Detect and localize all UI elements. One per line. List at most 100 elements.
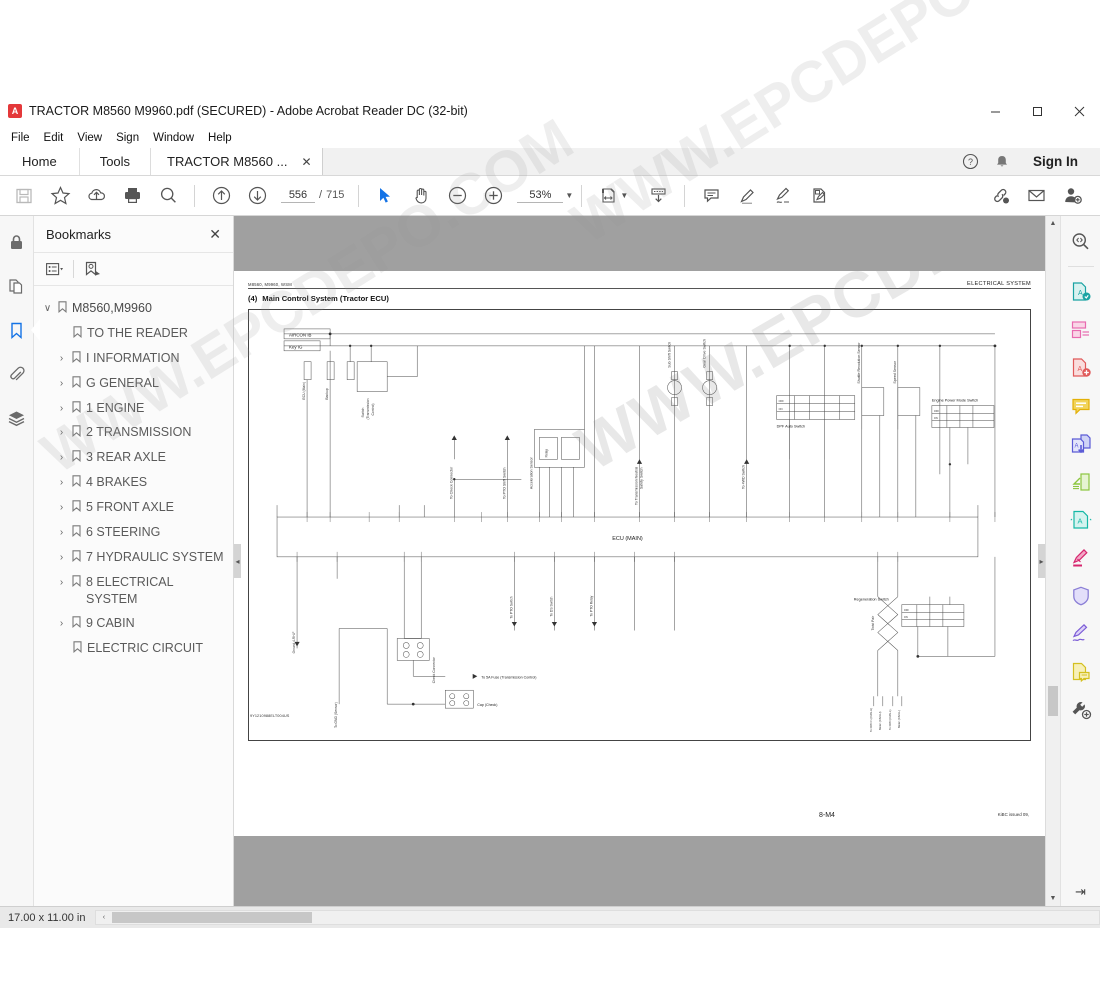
fill-sign-icon[interactable] <box>1068 621 1094 647</box>
collapse-tools-pane-button[interactable]: ⇥ <box>1075 884 1086 900</box>
bookmark-item-to-the-reader[interactable]: TO THE READER <box>34 321 233 346</box>
scroll-down-arrow[interactable]: ▼ <box>1046 891 1060 906</box>
tab-tools[interactable]: Tools <box>79 148 152 175</box>
new-bookmark-icon[interactable] <box>84 261 101 277</box>
bookmark-item-engine[interactable]: › 1 ENGINE <box>34 396 233 421</box>
bookmark-item-rear-axle[interactable]: › 3 REAR AXLE <box>34 445 233 470</box>
bookmarks-icon[interactable] <box>5 318 40 342</box>
drawing-number: 9Y1210988ELT004US <box>250 714 290 718</box>
add-to-favorites-icon[interactable] <box>42 178 78 214</box>
bookmark-item-label: 9 CABIN <box>86 616 135 631</box>
zoom-level-input[interactable] <box>517 188 564 203</box>
chevron-right-icon[interactable]: › <box>56 424 67 440</box>
more-tools-icon[interactable] <box>1068 697 1094 723</box>
zoom-in-icon[interactable] <box>475 178 511 214</box>
redact-icon[interactable] <box>1068 545 1094 571</box>
close-icon[interactable]: ✕ <box>301 155 311 169</box>
chevron-right-icon[interactable]: › <box>56 524 67 540</box>
menu-file[interactable]: File <box>4 130 37 146</box>
comment-icon[interactable] <box>1068 393 1094 419</box>
chevron-right-icon[interactable]: › <box>56 350 67 366</box>
bookmark-item-root[interactable]: ∨ M8560,M9960 <box>34 296 233 321</box>
bookmark-item-hydraulic-system[interactable]: › 7 HYDRAULIC SYSTEM <box>34 545 233 570</box>
export-pdf-icon[interactable]: A <box>1068 279 1094 305</box>
bookmark-item-transmission[interactable]: › 2 TRANSMISSION <box>34 420 233 445</box>
right-pane-resize-handle[interactable]: ▸ <box>1038 544 1045 578</box>
request-signature-icon[interactable] <box>1068 659 1094 685</box>
chevron-down-icon[interactable]: ▼ <box>565 191 573 200</box>
chevron-right-icon[interactable]: › <box>56 449 67 465</box>
close-icon[interactable]: ✕ <box>209 226 221 243</box>
menu-window[interactable]: Window <box>146 130 201 146</box>
bookmark-item-general[interactable]: › G GENERAL <box>34 371 233 396</box>
organize-pages-icon[interactable] <box>1068 317 1094 343</box>
fit-chevron-down-icon[interactable]: ▼ <box>620 191 628 200</box>
bookmark-item-brakes[interactable]: › 4 BRAKES <box>34 470 233 495</box>
edit-pdf-icon[interactable]: A <box>1068 507 1094 533</box>
compress-pdf-icon[interactable] <box>1068 469 1094 495</box>
maximize-button[interactable] <box>1016 95 1058 127</box>
select-cursor-icon[interactable] <box>367 178 403 214</box>
close-button[interactable] <box>1058 95 1100 127</box>
bell-icon[interactable] <box>987 148 1017 176</box>
bookmark-item-front-axle[interactable]: › 5 FRONT AXLE <box>34 495 233 520</box>
add-person-icon[interactable] <box>1054 178 1090 214</box>
email-icon[interactable] <box>1018 178 1054 214</box>
tab-home[interactable]: Home <box>0 148 80 175</box>
menu-help[interactable]: Help <box>201 130 239 146</box>
horizontal-scrollbar[interactable]: ‹ <box>95 910 1100 925</box>
vertical-scrollbar[interactable]: ▲ ▼ <box>1045 216 1060 906</box>
left-pane-resize-handle[interactable]: ◂ <box>234 544 241 578</box>
layers-icon[interactable] <box>5 406 29 430</box>
chevron-right-icon[interactable]: › <box>56 400 67 416</box>
chevron-right-icon[interactable]: › <box>56 499 67 515</box>
chevron-right-icon[interactable]: › <box>56 574 67 590</box>
page-number-input[interactable] <box>281 188 315 203</box>
minimize-button[interactable] <box>974 95 1016 127</box>
scroll-up-arrow[interactable]: ▲ <box>1046 216 1060 231</box>
bookmark-item-steering[interactable]: › 6 STEERING <box>34 520 233 545</box>
hand-icon[interactable] <box>403 178 439 214</box>
menu-view[interactable]: View <box>70 130 109 146</box>
attachments-paperclip-icon[interactable] <box>5 362 29 386</box>
comment-icon[interactable] <box>693 178 729 214</box>
menu-sign[interactable]: Sign <box>109 130 146 146</box>
chevron-right-icon[interactable]: › <box>56 375 67 391</box>
scroll-mode-icon[interactable] <box>640 178 676 214</box>
chevron-right-icon[interactable]: › <box>56 615 67 631</box>
create-pdf-icon[interactable]: A <box>1068 355 1094 381</box>
tab-document[interactable]: TRACTOR M8560 ... ✕ <box>151 148 323 175</box>
vertical-scroll-thumb[interactable] <box>1048 686 1058 716</box>
chevron-right-icon[interactable]: › <box>56 474 67 490</box>
find-icon[interactable] <box>150 178 186 214</box>
protect-icon[interactable] <box>1068 583 1094 609</box>
share-link-icon[interactable] <box>982 178 1018 214</box>
upload-cloud-icon[interactable] <box>78 178 114 214</box>
bookmark-options-icon[interactable] <box>46 262 63 277</box>
sign-in-button[interactable]: Sign In <box>1019 154 1086 169</box>
fill-and-sign-icon[interactable] <box>801 178 837 214</box>
help-circle-icon[interactable]: ? <box>955 148 985 176</box>
sign-icon[interactable] <box>765 178 801 214</box>
bookmark-item-electric-circuit[interactable]: ELECTRIC CIRCUIT <box>34 636 233 661</box>
zoom-out-icon[interactable] <box>439 178 475 214</box>
chevron-right-icon[interactable]: › <box>56 549 67 565</box>
scroll-left-arrow[interactable]: ‹ <box>96 914 111 921</box>
bookmark-item-electrical-system[interactable]: › 8 ELECTRICAL SYSTEM <box>34 570 233 612</box>
save-icon[interactable] <box>6 178 42 214</box>
bookmark-item-information[interactable]: › I INFORMATION <box>34 346 233 371</box>
page-thumbnails-icon[interactable] <box>5 274 29 298</box>
document-viewer[interactable]: ◂ ▸ M8560, M9960, WSM ELECTRICAL SYSTEM … <box>234 216 1060 906</box>
menu-edit[interactable]: Edit <box>37 130 71 146</box>
previous-page-icon[interactable] <box>203 178 239 214</box>
bookmark-item-cabin[interactable]: › 9 CABIN <box>34 611 233 636</box>
next-page-icon[interactable] <box>239 178 275 214</box>
bookmark-item-label: 7 HYDRAULIC SYSTEM <box>86 549 224 564</box>
chevron-down-icon[interactable]: ∨ <box>42 300 53 316</box>
highlight-icon[interactable] <box>729 178 765 214</box>
horizontal-scroll-thumb[interactable] <box>112 912 313 923</box>
search-document-icon[interactable] <box>1068 228 1094 254</box>
combine-files-icon[interactable]: A <box>1068 431 1094 457</box>
security-lock-icon[interactable] <box>5 230 29 254</box>
print-icon[interactable] <box>114 178 150 214</box>
